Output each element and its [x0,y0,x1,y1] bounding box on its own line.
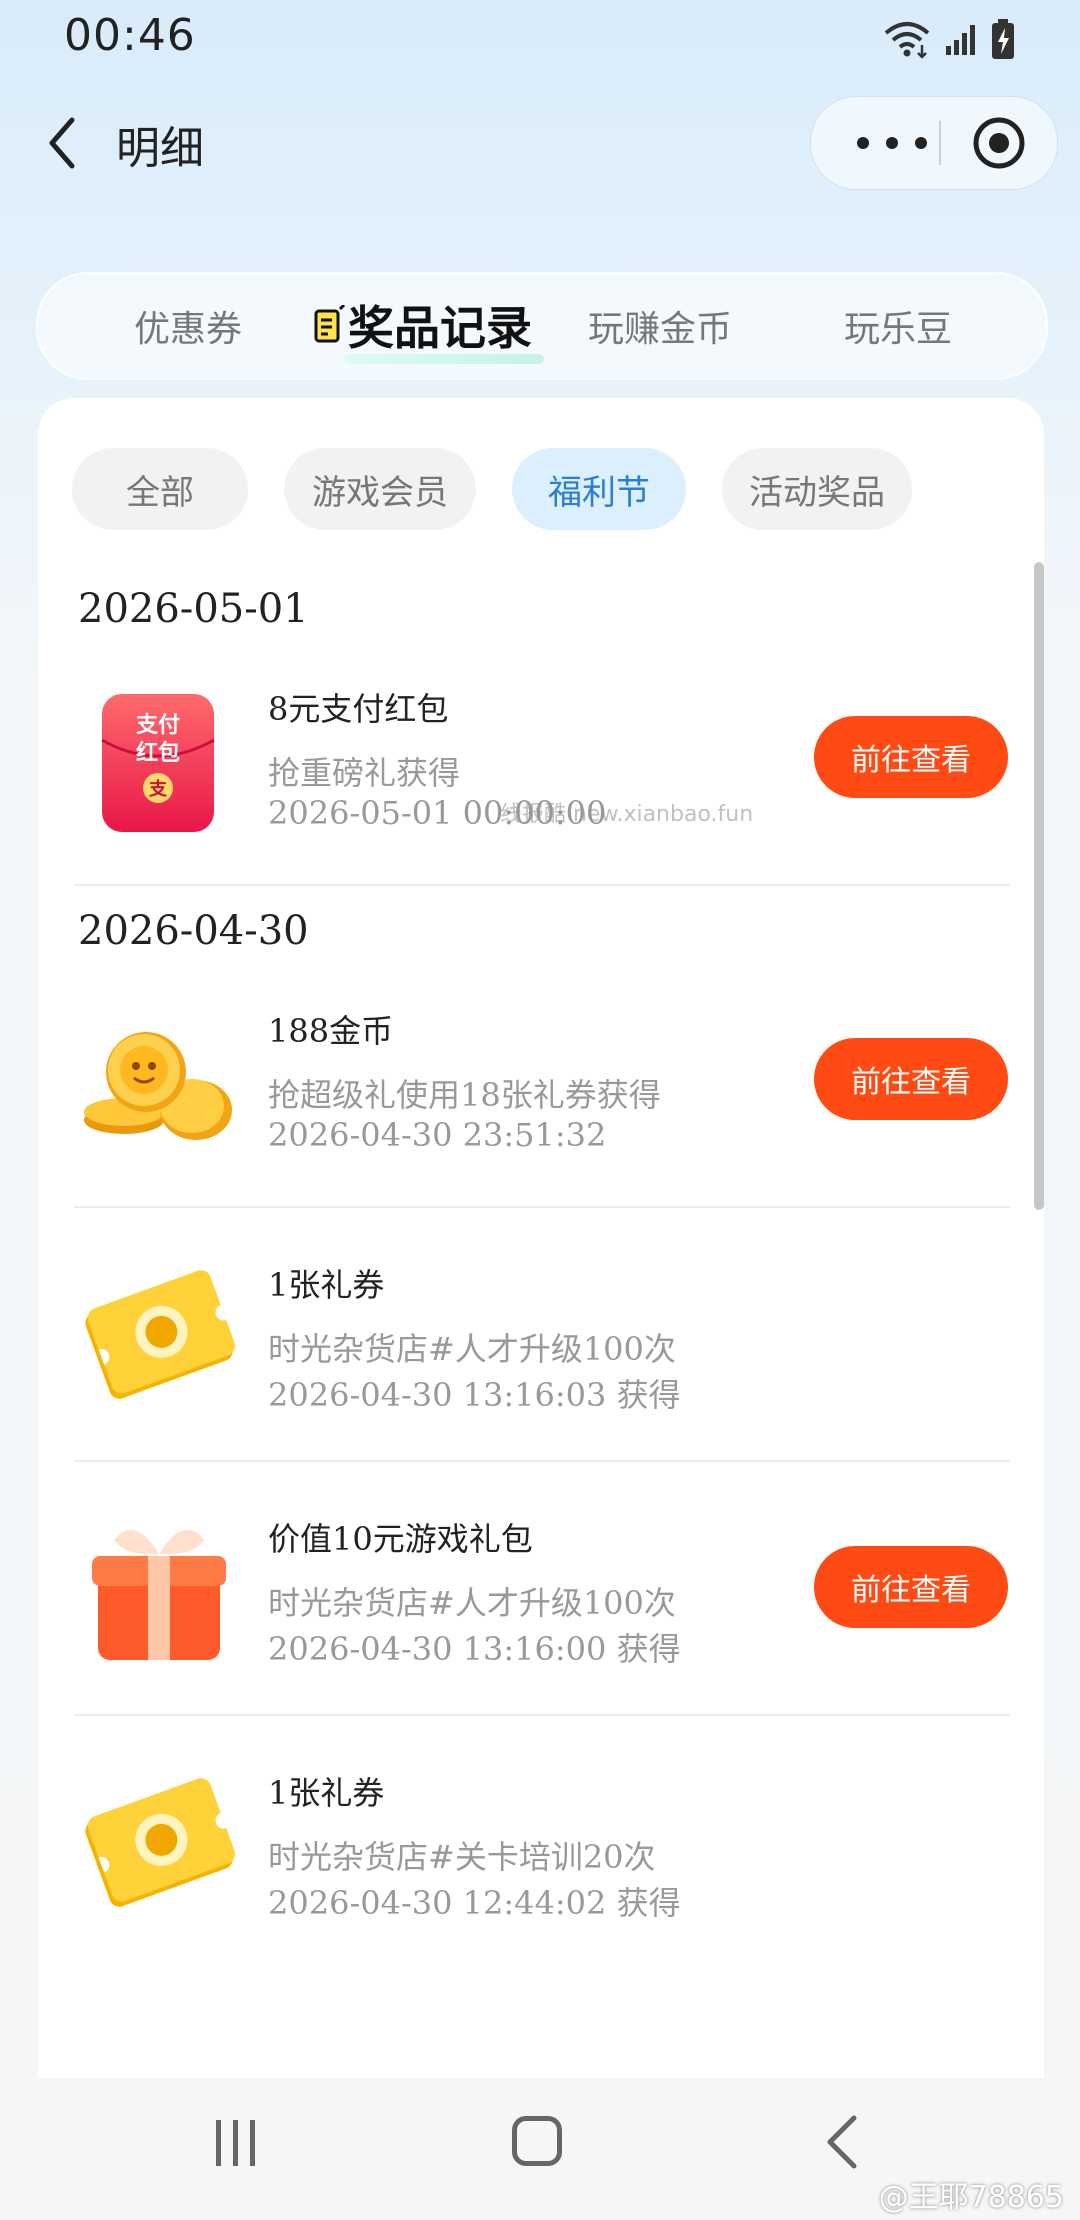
divider [74,884,1010,886]
gold-coins-icon [84,1032,232,1140]
item-desc: 时光杂货店#人才升级100次 [268,1584,676,1622]
item-time: 2026-04-30 23:51:32 [268,1116,607,1154]
item-title: 1张礼券 [268,1266,385,1304]
item-time: 2026-04-30 13:16:00 获得 [268,1630,681,1668]
view-button[interactable]: 前往查看 [814,716,1008,798]
item-title: 1张礼券 [268,1774,385,1812]
item-time: 2026-04-30 13:16:03 获得 [268,1376,681,1414]
filter-welfare-festival[interactable]: 福利节 [512,448,686,530]
divider [74,1206,1010,1208]
gift-box-icon [92,1529,226,1660]
top-tab-bar: 优惠券 奖品记录 玩赚金币 玩乐豆 [36,272,1048,380]
recents-button[interactable] [212,2118,260,2168]
tab-decoration-icon [314,305,346,343]
svg-text:支: 支 [148,778,168,800]
gift-ticket-icon [85,1270,236,1399]
item-desc: 抢重磅礼获得 [268,754,461,792]
back-button[interactable] [36,108,96,178]
more-icon[interactable] [847,131,937,155]
page-title: 明细 [116,123,204,174]
home-button[interactable] [512,2116,562,2166]
red-envelope-icon: 支付 红包 支 [101,694,215,832]
scrollbar[interactable] [1034,562,1044,1210]
battery-icon [992,19,1014,59]
item-desc: 抢超级礼使用18张礼券获得 [268,1076,661,1114]
tab-fun-beans[interactable]: 玩乐豆 [844,300,952,352]
nav-back-button[interactable] [822,2114,862,2170]
wifi-icon [884,22,930,59]
item-title: 188金币 [268,1012,394,1050]
item-title: 8元支付红包 [268,690,449,728]
svg-text:红包: 红包 [136,740,180,766]
item-time: 2026-04-30 12:44:02 获得 [268,1884,681,1922]
item-title: 价值10元游戏礼包 [268,1520,533,1558]
filter-game-member[interactable]: 游戏会员 [284,448,476,530]
close-target-icon[interactable] [971,115,1027,171]
tab-label: 奖品记录 [348,301,532,355]
watermark: 线报酷 new.xianbao.fun [500,802,754,827]
capsule-divider [939,121,941,165]
svg-text:支付: 支付 [136,713,180,738]
credit-watermark: @王耶78865 [878,2180,1064,2215]
divider [74,1714,1010,1716]
gift-ticket-icon [85,1778,236,1907]
signal-icon [946,25,975,55]
status-icons [882,18,1016,60]
tab-prize-records[interactable]: 奖品记录 [314,290,544,364]
divider [74,1460,1010,1462]
item-desc: 时光杂货店#人才升级100次 [268,1330,676,1368]
mini-program-capsule [810,96,1058,190]
date-header: 2026-05-01 [78,586,309,632]
filter-all[interactable]: 全部 [72,448,248,530]
tab-coupons[interactable]: 优惠券 [134,300,242,352]
status-time: 00:46 [64,10,196,61]
view-button[interactable]: 前往查看 [814,1546,1008,1628]
item-desc: 时光杂货店#关卡培训20次 [268,1838,656,1876]
filter-activity-prizes[interactable]: 活动奖品 [722,448,912,530]
view-button[interactable]: 前往查看 [814,1038,1008,1120]
date-header: 2026-04-30 [78,908,309,954]
tab-earn-coins[interactable]: 玩赚金币 [588,300,732,352]
